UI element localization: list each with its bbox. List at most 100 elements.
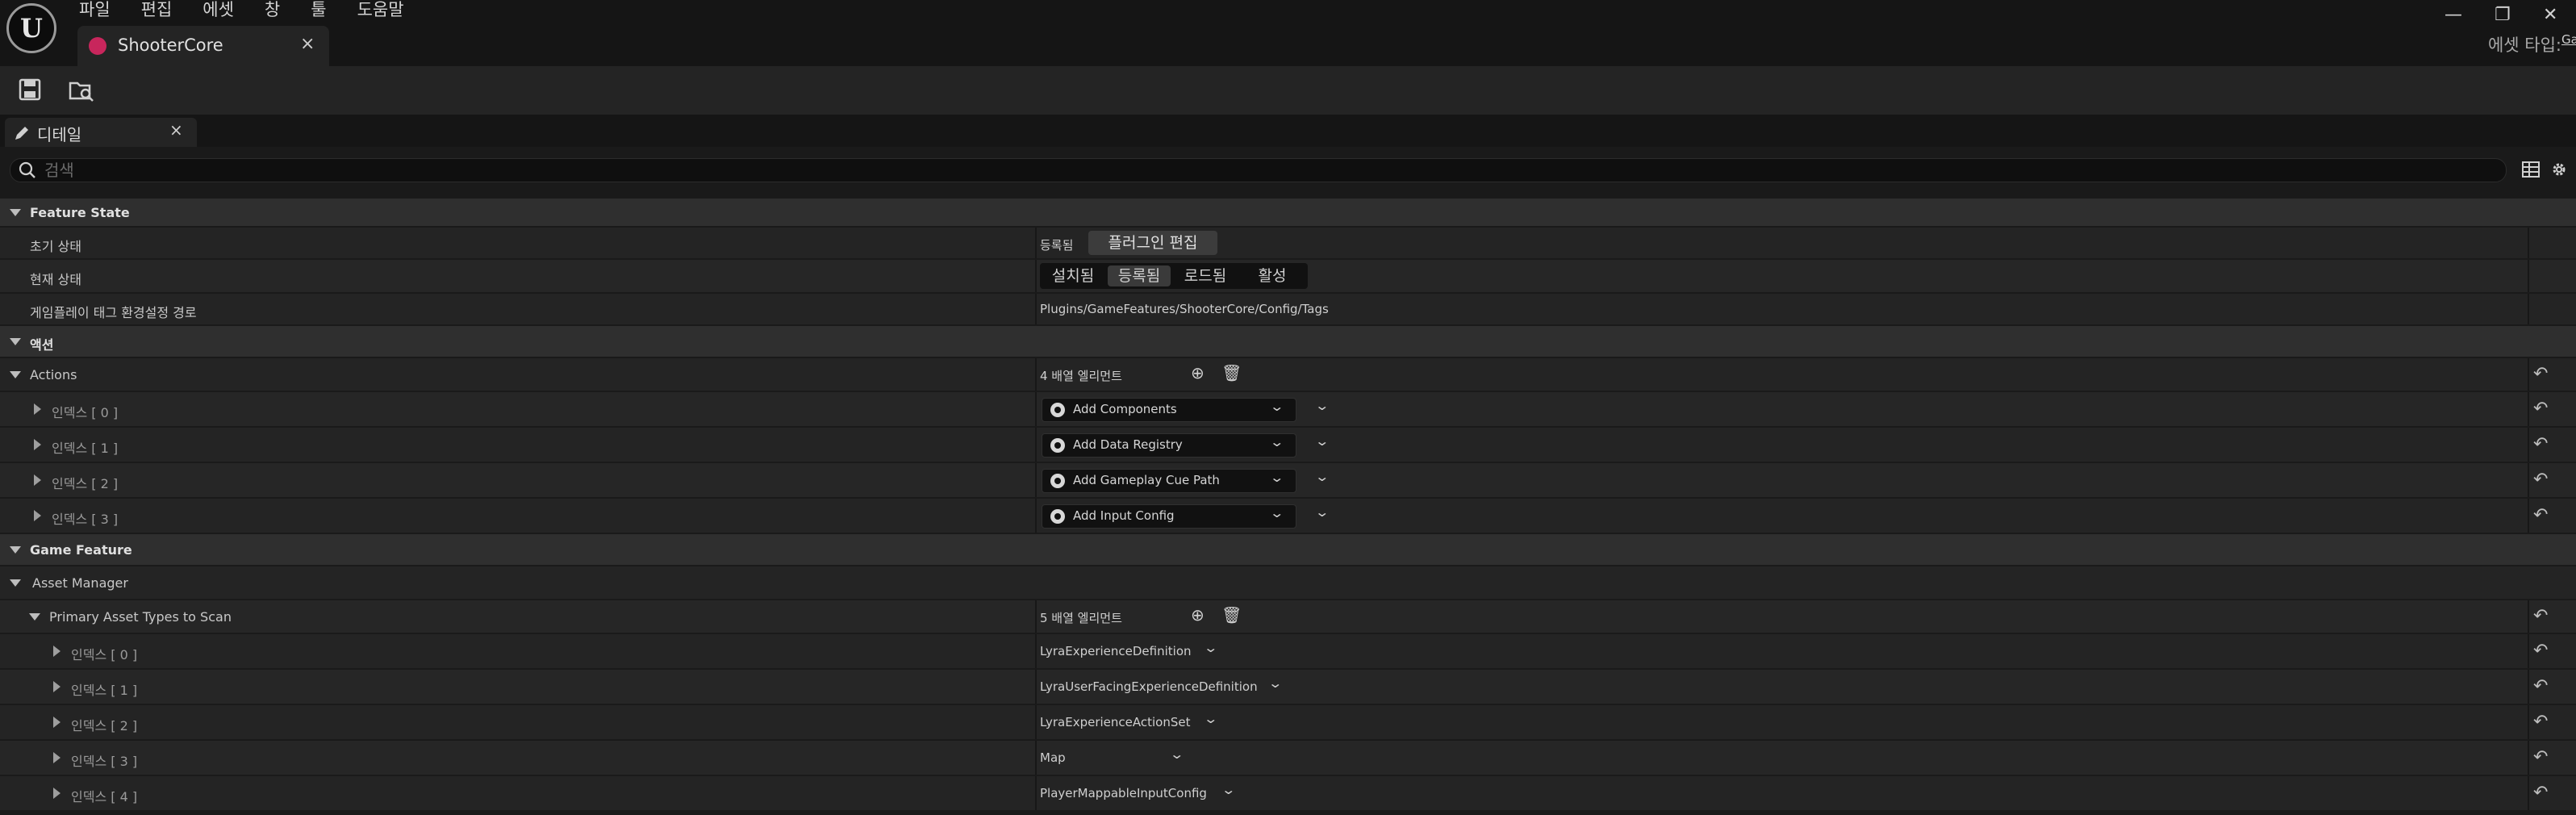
reset-to-default-icon[interactable]: ↶ (2533, 606, 2548, 626)
list-item: 인덱스 [ 1 ] LyraUserFacingExperienceDefini… (0, 670, 2576, 704)
column-divider[interactable] (1035, 670, 1037, 704)
menu-window[interactable]: 창 (265, 0, 294, 21)
array-index-label: 인덱스 [ 3 ] (71, 754, 138, 769)
action-class-dropdown[interactable]: Add Input Config ⌄ (1042, 504, 1296, 529)
unreal-logo-icon[interactable]: U (6, 3, 56, 53)
expand-arrow-icon[interactable] (53, 681, 61, 692)
reset-to-default-icon[interactable]: ↶ (2533, 712, 2548, 732)
collapse-arrow-icon[interactable] (10, 579, 21, 587)
action-class-dropdown[interactable]: Add Data Registry ⌄ (1042, 433, 1296, 458)
state-registered[interactable]: 등록됨 (1108, 265, 1171, 286)
browse-asset-icon[interactable] (68, 76, 95, 103)
menu-tools[interactable]: 툴 (311, 0, 340, 21)
menu-file[interactable]: 파일 (79, 0, 125, 21)
state-loaded[interactable]: 로드됨 (1174, 265, 1237, 286)
column-divider[interactable] (1035, 428, 1037, 462)
state-installed[interactable]: 설치됨 (1043, 265, 1103, 286)
column-divider[interactable] (1035, 392, 1037, 426)
chevron-down-icon[interactable]: ⌄ (1267, 675, 1283, 691)
class-icon (1050, 403, 1065, 417)
close-window-icon[interactable]: ✕ (2543, 5, 2557, 25)
reset-to-default-icon[interactable]: ↶ (2533, 470, 2548, 490)
column-divider[interactable] (1035, 705, 1037, 739)
collapse-arrow-icon[interactable] (10, 338, 21, 345)
asset-type-value[interactable]: LyraExperienceActionSet (1040, 715, 1190, 729)
save-icon[interactable] (16, 76, 44, 103)
chevron-down-icon[interactable]: ⌄ (1203, 640, 1218, 655)
collapse-arrow-icon[interactable] (29, 613, 40, 621)
delete-all-icon[interactable]: 🗑 (1221, 363, 1242, 382)
column-divider[interactable] (1035, 776, 1037, 810)
chevron-down-icon[interactable]: ⌄ (1314, 504, 1330, 520)
reset-to-default-icon[interactable]: ↶ (2533, 676, 2548, 696)
expand-arrow-icon[interactable] (53, 646, 61, 657)
column-divider[interactable] (1035, 634, 1037, 668)
array-index-label: 인덱스 [ 4 ] (71, 789, 138, 805)
expand-arrow-icon[interactable] (34, 474, 41, 486)
add-element-icon[interactable]: ⊕ (1191, 363, 1204, 382)
chevron-down-icon[interactable]: ⌄ (1203, 711, 1218, 726)
reset-to-default-icon[interactable]: ↶ (2533, 505, 2548, 525)
expand-arrow-icon[interactable] (53, 717, 61, 728)
asset-type-link[interactable]: GameFeatureData (2561, 32, 2576, 47)
category-game-feature[interactable]: Game Feature (0, 534, 2576, 565)
delete-all-icon[interactable]: 🗑 (1221, 605, 1242, 625)
table-view-icon[interactable] (2521, 160, 2541, 179)
restore-icon[interactable]: ❐ (2495, 5, 2511, 25)
reset-to-default-icon[interactable]: ↶ (2533, 747, 2548, 767)
add-element-icon[interactable]: ⊕ (1191, 605, 1204, 625)
expand-arrow-icon[interactable] (53, 752, 61, 763)
chevron-down-icon[interactable]: ⌄ (1169, 746, 1184, 762)
column-divider[interactable] (1035, 600, 1037, 633)
column-divider[interactable] (1035, 358, 1037, 391)
close-details-icon[interactable]: × (169, 120, 183, 140)
collapse-arrow-icon[interactable] (10, 209, 21, 216)
menu-asset[interactable]: 에셋 (202, 0, 248, 21)
action-class-dropdown[interactable]: Add Components ⌄ (1042, 398, 1296, 422)
reset-to-default-icon[interactable]: ↶ (2533, 783, 2548, 803)
action-class-dropdown[interactable]: Add Gameplay Cue Path ⌄ (1042, 469, 1296, 493)
state-active[interactable]: 활성 (1242, 265, 1303, 286)
category-actions[interactable]: 액션 (0, 326, 2576, 357)
expand-arrow-icon[interactable] (34, 439, 41, 450)
asset-type-value[interactable]: Map (1040, 750, 1066, 765)
chevron-down-icon[interactable]: ⌄ (1221, 782, 1236, 797)
edit-plugin-button[interactable]: 플러그인 편집 (1088, 231, 1217, 255)
details-tab[interactable]: 디테일 × (5, 118, 197, 147)
asset-tab[interactable]: ShooterCore × (77, 26, 329, 66)
game-feature-data-icon (89, 37, 106, 55)
column-divider[interactable] (1035, 228, 1037, 258)
menu-help[interactable]: 도움말 (357, 0, 419, 21)
category-feature-state[interactable]: Feature State (0, 199, 2576, 226)
column-divider[interactable] (1035, 499, 1037, 533)
expand-arrow-icon[interactable] (53, 788, 61, 799)
asset-type-value[interactable]: LyraUserFacingExperienceDefinition (1040, 679, 1258, 694)
menu-edit[interactable]: 편집 (141, 0, 187, 21)
reset-to-default-icon[interactable]: ↶ (2533, 364, 2548, 384)
chevron-down-icon[interactable]: ⌄ (1314, 398, 1330, 413)
chevron-down-icon[interactable]: ⌄ (1314, 433, 1330, 449)
subcategory-asset-manager[interactable]: Asset Manager (0, 566, 2576, 599)
column-divider[interactable] (1035, 260, 1037, 292)
minimize-icon[interactable]: — (2444, 5, 2462, 25)
column-divider[interactable] (1035, 294, 1037, 324)
reset-to-default-icon[interactable]: ↶ (2533, 399, 2548, 419)
array-index-label: 인덱스 [ 0 ] (52, 405, 119, 420)
reset-to-default-icon[interactable]: ↶ (2533, 641, 2548, 661)
column-divider[interactable] (1035, 463, 1037, 497)
asset-type-value[interactable]: PlayerMappableInputConfig (1040, 786, 1207, 800)
collapse-arrow-icon[interactable] (10, 546, 21, 554)
asset-type-value[interactable]: LyraExperienceDefinition (1040, 644, 1192, 658)
column-divider (2528, 741, 2529, 775)
gear-icon[interactable] (2549, 160, 2569, 179)
close-tab-icon[interactable]: × (300, 34, 315, 54)
reset-to-default-icon[interactable]: ↶ (2533, 434, 2548, 454)
expand-arrow-icon[interactable] (34, 403, 41, 415)
logo-glyph: U (20, 13, 43, 44)
collapse-arrow-icon[interactable] (10, 371, 21, 378)
property-row-current-state: 현재 상태 설치됨 등록됨 로드됨 활성 (0, 260, 2576, 292)
expand-arrow-icon[interactable] (34, 510, 41, 521)
search-input[interactable] (43, 159, 2466, 183)
column-divider[interactable] (1035, 741, 1037, 775)
chevron-down-icon[interactable]: ⌄ (1314, 469, 1330, 484)
